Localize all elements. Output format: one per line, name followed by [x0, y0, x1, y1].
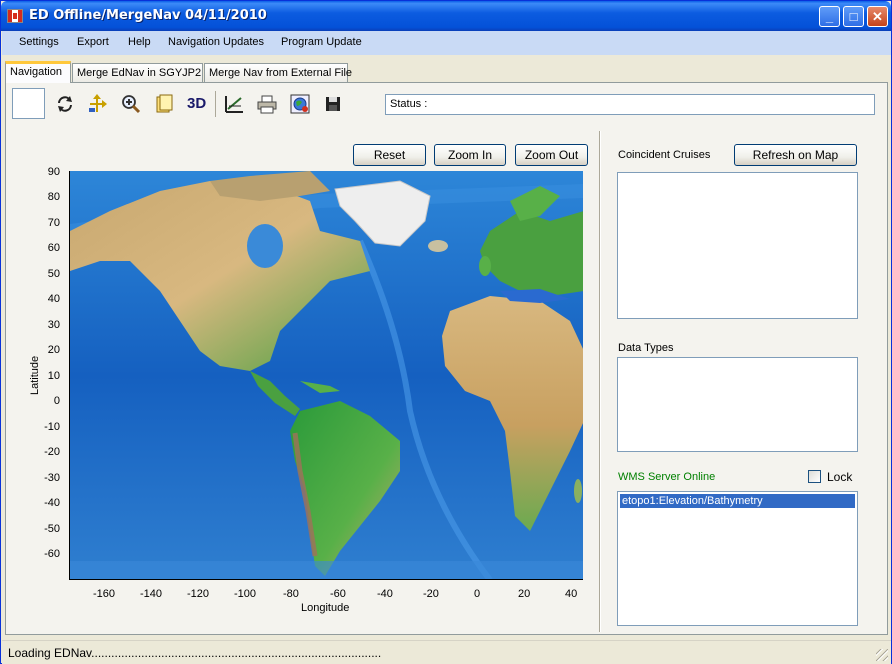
map-view[interactable]: [69, 171, 583, 580]
x-tick: -20: [423, 588, 439, 600]
panel-divider[interactable]: [599, 131, 601, 632]
lock-label[interactable]: Lock: [827, 470, 852, 484]
y-tick: 70: [47, 217, 60, 229]
x-tick: 20: [518, 588, 531, 600]
y-tick: 40: [47, 293, 60, 305]
close-icon: ✕: [872, 9, 883, 24]
y-axis-label: Latitude: [29, 355, 41, 395]
x-tick: -40: [377, 588, 393, 600]
y-tick: -10: [44, 421, 60, 433]
y-tick: 90: [47, 166, 60, 178]
menu-program-update[interactable]: Program Update: [281, 36, 362, 48]
menu-settings[interactable]: Settings: [19, 36, 59, 48]
status-label: Status :: [390, 98, 428, 110]
reset-button[interactable]: Reset: [353, 144, 426, 166]
y-tick: 20: [47, 344, 60, 356]
minimize-button[interactable]: _: [819, 6, 840, 27]
status-field: Status :: [385, 94, 875, 115]
tab-navigation[interactable]: Navigation: [5, 61, 71, 83]
layers-icon[interactable]: [154, 94, 174, 114]
window-title: ED Offline/MergeNav 04/11/2010: [29, 8, 267, 23]
x-tick: -120: [187, 588, 210, 600]
data-types-list[interactable]: [617, 357, 858, 452]
canada-flag-icon: [7, 9, 23, 23]
y-tick: -20: [44, 446, 60, 458]
coincident-cruises-label: Coincident Cruises: [618, 149, 711, 161]
maximize-button[interactable]: □: [843, 6, 864, 27]
x-tick: -60: [330, 588, 346, 600]
tab-merge-nav-external[interactable]: Merge Nav from External File: [204, 63, 352, 82]
x-tick: 40: [565, 588, 578, 600]
y-tick: -40: [44, 497, 60, 509]
3d-view-button[interactable]: 3D: [187, 94, 211, 114]
status-bar: Loading EDNav...........................…: [2, 640, 891, 664]
list-item[interactable]: etopo1:Elevation/Bathymetry: [620, 494, 855, 508]
maximize-icon: □: [849, 9, 858, 24]
measure-icon[interactable]: [224, 94, 244, 114]
x-tick: 0: [474, 588, 481, 600]
print-icon[interactable]: [257, 94, 277, 114]
app-window: ED Offline/MergeNav 04/11/2010 _ □ ✕ Set…: [0, 0, 892, 664]
pan-icon[interactable]: [87, 94, 107, 114]
x-tick: -160: [93, 588, 116, 600]
status-bar-text: Loading EDNav...........................…: [8, 646, 382, 660]
refresh-icon[interactable]: [55, 94, 75, 114]
save-icon[interactable]: [323, 94, 343, 114]
x-axis-label: Longitude: [301, 602, 350, 614]
y-tick: -50: [44, 523, 60, 535]
x-tick: -100: [234, 588, 257, 600]
color-swatch[interactable]: [12, 88, 45, 119]
zoom-out-button[interactable]: Zoom Out: [515, 144, 588, 166]
y-tick: 80: [47, 191, 60, 203]
coincident-cruises-list[interactable]: [617, 172, 858, 319]
y-tick: -30: [44, 472, 60, 484]
menu-bar: Settings Export Help Navigation Updates …: [2, 31, 891, 55]
minimize-icon: _: [825, 9, 834, 24]
y-tick: -60: [44, 548, 60, 560]
wms-layers-list[interactable]: etopo1:Elevation/Bathymetry: [617, 491, 858, 626]
y-tick: 50: [47, 268, 60, 280]
x-tick: -140: [140, 588, 163, 600]
elevation-bathymetry-map: [70, 171, 583, 579]
y-tick: 60: [47, 242, 60, 254]
tab-merge-ednav[interactable]: Merge EdNav in SGYJP2: [72, 63, 203, 82]
menu-export[interactable]: Export: [77, 36, 109, 48]
zoom-in-button[interactable]: Zoom In: [434, 144, 506, 166]
close-button[interactable]: ✕: [867, 6, 888, 27]
toolbar-separator: [215, 91, 216, 117]
refresh-on-map-button[interactable]: Refresh on Map: [734, 144, 857, 166]
globe-icon[interactable]: [290, 94, 310, 114]
y-tick: 0: [53, 395, 60, 407]
zoom-icon[interactable]: [121, 94, 141, 114]
title-bar[interactable]: ED Offline/MergeNav 04/11/2010 _ □ ✕: [1, 1, 891, 31]
lock-checkbox[interactable]: [808, 470, 821, 483]
menu-help[interactable]: Help: [128, 36, 151, 48]
resize-grip-icon[interactable]: [876, 649, 888, 661]
y-tick: 30: [47, 319, 60, 331]
wms-server-label: WMS Server Online: [618, 471, 716, 483]
x-tick: -80: [283, 588, 299, 600]
data-types-label: Data Types: [618, 342, 674, 354]
menu-navigation-updates[interactable]: Navigation Updates: [168, 36, 264, 48]
